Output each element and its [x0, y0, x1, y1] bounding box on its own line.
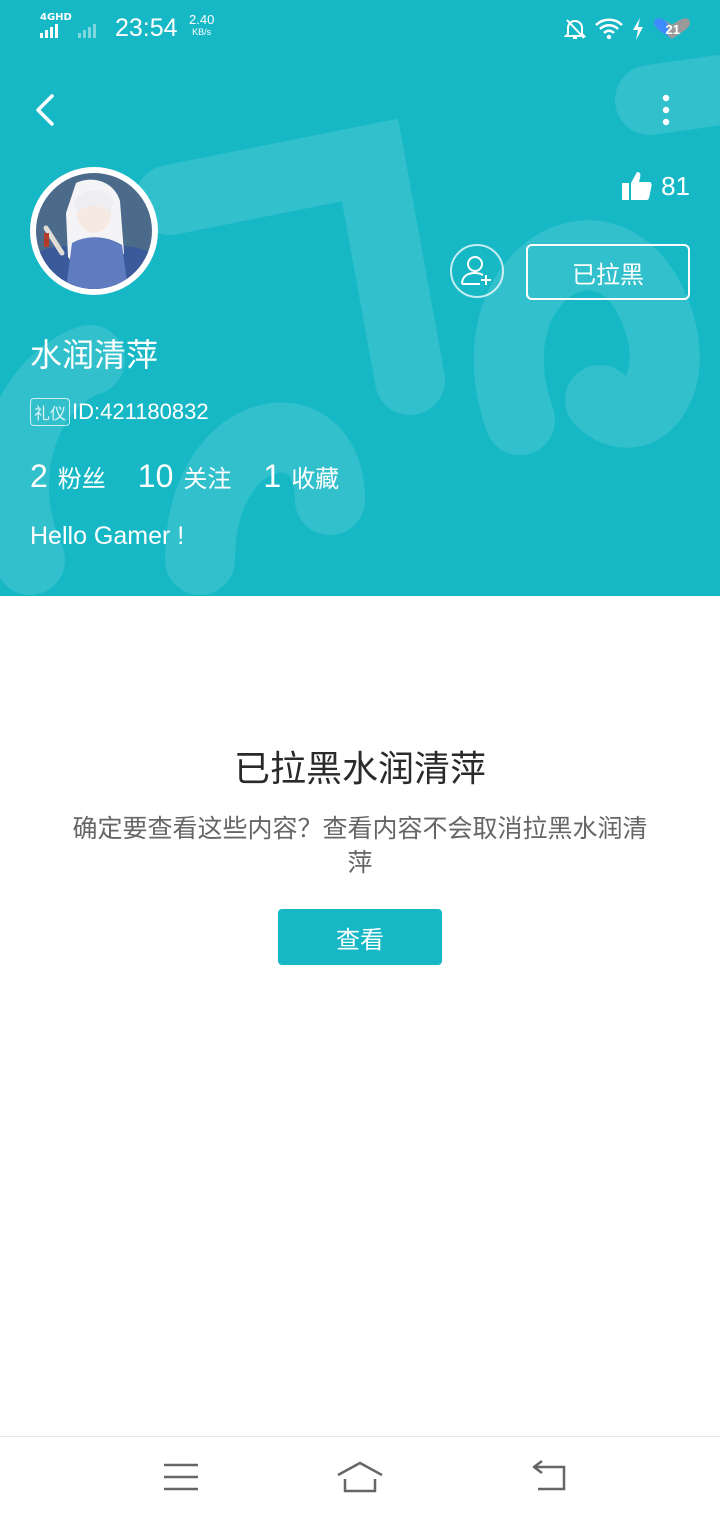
home-icon[interactable] — [335, 1455, 385, 1499]
wifi-icon — [594, 18, 623, 40]
system-nav-bar — [0, 1436, 720, 1521]
stat-label: 关注 — [183, 465, 232, 493]
add-friend-button[interactable] — [450, 244, 504, 298]
stat-value: 2 — [30, 458, 48, 494]
blocked-button[interactable]: 已拉黑 — [526, 244, 690, 300]
network-type: 4GHD — [40, 12, 72, 23]
network-speed: 2.40 KB/s — [189, 13, 214, 39]
avatar[interactable] — [30, 167, 158, 295]
charging-icon — [632, 18, 643, 40]
avatar-image — [36, 173, 152, 289]
stat-following[interactable]: 10 关注 — [138, 458, 232, 495]
profile-stats: 2 粉丝 10 关注 1 收藏 — [30, 458, 371, 495]
clock: 23:54 — [115, 14, 178, 42]
blocked-description: 确定要查看这些内容？查看内容不会取消拉黑水润清萍 — [72, 814, 648, 877]
stat-value: 10 — [137, 458, 174, 494]
user-id-row: 礼仪 ID:421180832 — [30, 398, 209, 426]
return-icon[interactable] — [524, 1455, 574, 1499]
view-content-button[interactable]: 查看 — [278, 909, 442, 965]
network-speed-value: 2.40 — [189, 12, 215, 27]
etiquette-badge: 礼仪 — [30, 398, 71, 426]
add-user-icon — [461, 256, 491, 285]
thumbs-up-icon — [622, 172, 652, 200]
stat-label: 收藏 — [291, 465, 340, 493]
more-vertical-icon[interactable] — [646, 88, 686, 132]
stat-label: 粉丝 — [57, 465, 106, 493]
username: 水润清萍 — [30, 336, 159, 374]
status-icons: 21 — [563, 14, 690, 44]
profile-header: 4GHD 23:54 2.40 KB/s 21 81 已拉黑 水润清萍 礼仪 I… — [0, 0, 720, 596]
signal-strength-icon — [40, 24, 58, 38]
likes-count: 81 — [661, 170, 690, 201]
status-bar: 4GHD 23:54 2.40 KB/s 21 — [0, 0, 720, 60]
stat-value: 1 — [263, 458, 282, 494]
likes-counter[interactable]: 81 — [621, 170, 690, 202]
stat-fans[interactable]: 2 粉丝 — [30, 458, 106, 495]
battery-level: 21 — [665, 21, 680, 37]
signal-strength-2-icon — [78, 24, 96, 38]
network-speed-unit: KB/s — [192, 27, 212, 37]
blocked-title: 已拉黑水润清萍 — [233, 749, 486, 790]
chevron-left-icon[interactable] — [26, 88, 70, 132]
stat-favorites[interactable]: 1 收藏 — [263, 458, 339, 495]
user-bio: Hello Gamer ! — [30, 522, 185, 550]
user-id: ID:421180832 — [72, 399, 209, 424]
mute-bell-icon — [563, 19, 586, 39]
menu-icon[interactable] — [156, 1455, 206, 1499]
